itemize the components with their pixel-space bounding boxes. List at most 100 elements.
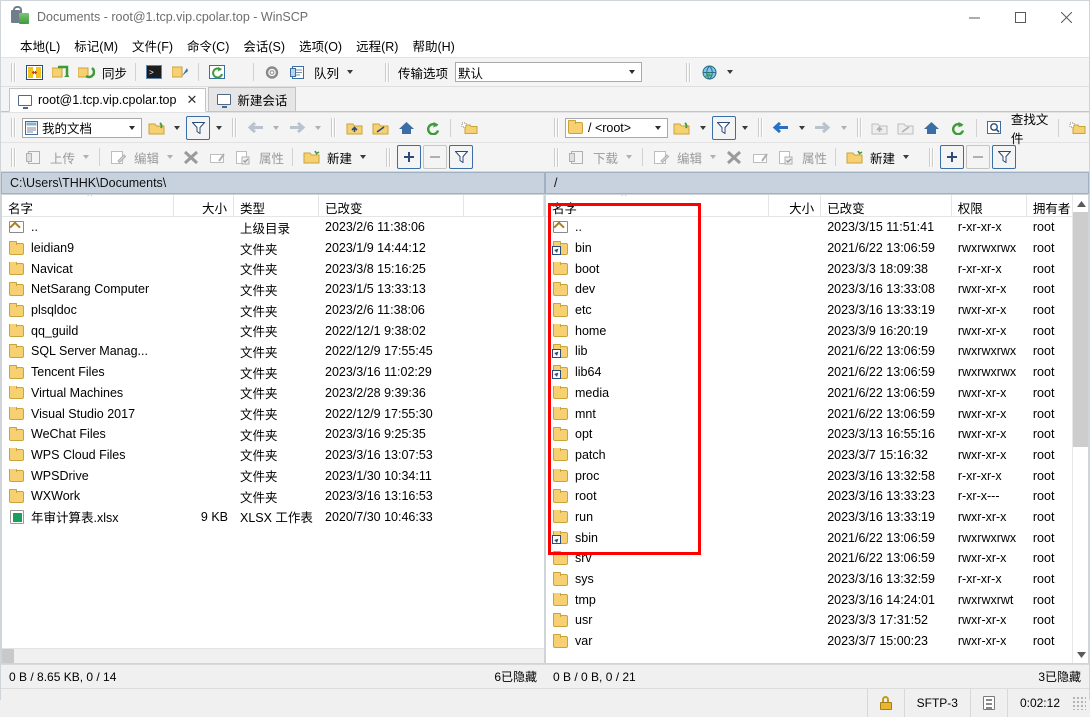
preferences-gear-icon[interactable]	[260, 60, 284, 84]
transfer-preset-caret-icon[interactable]	[629, 70, 636, 74]
find-files-label[interactable]: 查找文件	[1009, 109, 1052, 147]
local-select-less-icon[interactable]	[423, 145, 448, 169]
remote-header-name[interactable]: 名字 ^	[546, 195, 770, 216]
local-edit-label[interactable]: 编辑	[132, 148, 161, 167]
local-location-combobox[interactable]: 我的文档	[22, 117, 142, 138]
remote-select-less-icon[interactable]	[966, 145, 991, 169]
synchronize-browsing-icon[interactable]	[48, 60, 72, 84]
tab-new-session[interactable]: 新建会话	[208, 87, 297, 111]
table-row[interactable]: tmp 2023/3/16 14:24:01 rwxrwxrwt root	[546, 589, 1088, 610]
table-row[interactable]: WPS Cloud Files 文件夹 2023/3/16 13:07:53	[2, 445, 544, 466]
refresh-session-icon[interactable]	[205, 60, 229, 84]
remote-add-bookmark-icon[interactable]	[1065, 116, 1089, 140]
menu-item-options[interactable]: 选项(O)	[292, 34, 349, 57]
remote-ops-grip[interactable]	[554, 147, 559, 167]
table-row[interactable]: SQL Server Manag... 文件夹 2022/12/9 17:55:45	[2, 341, 544, 362]
protocol-indicator[interactable]: SFTP-3	[903, 688, 970, 717]
menu-item-help[interactable]: 帮助(H)	[405, 34, 461, 57]
upload-caret-icon[interactable]	[83, 155, 90, 159]
open-session-panels-icon[interactable]	[22, 60, 46, 84]
local-selection-filter-icon[interactable]	[449, 145, 474, 169]
remote-filter-icon[interactable]	[711, 115, 736, 140]
table-row[interactable]: usr 2023/3/3 17:31:52 rwxr-xr-x root	[546, 610, 1088, 631]
remote-open-directory-icon[interactable]	[670, 116, 694, 140]
remote-header-rights[interactable]: 权限	[952, 195, 1027, 216]
local-rename-icon[interactable]	[205, 145, 229, 169]
remote-edit-icon[interactable]	[649, 145, 673, 169]
remote-forward-icon[interactable]	[811, 116, 835, 140]
menu-item-commands[interactable]: 命令(C)	[180, 34, 236, 57]
remote-file-list[interactable]: .. 2023/3/15 11:51:41 r-xr-xr-x root bin 2021…	[546, 217, 1088, 651]
menu-item-mark[interactable]: 标记(M)	[67, 34, 125, 57]
table-row[interactable]: dev 2023/3/16 13:33:08 rwxr-xr-x root	[546, 279, 1088, 300]
table-row[interactable]: .. 上级目录 2023/2/6 11:38:06	[2, 217, 544, 238]
local-back-icon[interactable]	[243, 116, 267, 140]
table-row[interactable]: boot 2023/3/3 18:09:38 r-xr-xr-x root	[546, 258, 1088, 279]
table-row[interactable]: Virtual Machines 文件夹 2023/2/28 9:39:36	[2, 383, 544, 404]
local-header-changed[interactable]: 已改变	[319, 195, 464, 216]
remote-header-size[interactable]: 大小	[769, 195, 822, 216]
local-root-directory-icon[interactable]	[368, 116, 392, 140]
scrollbar-thumb[interactable]	[1073, 212, 1088, 447]
transfer-options-grip[interactable]	[385, 62, 391, 82]
table-row[interactable]: WeChat Files 文件夹 2023/3/16 9:25:35	[2, 424, 544, 445]
menu-item-remote[interactable]: 远程(R)	[349, 34, 405, 57]
remote-properties-label[interactable]: 属性	[800, 148, 829, 167]
local-custom-command-icon[interactable]	[231, 145, 255, 169]
local-delete-icon[interactable]	[179, 145, 203, 169]
table-row[interactable]: leidian9 文件夹 2023/1/9 14:44:12	[2, 238, 544, 259]
local-open-directory-caret-icon[interactable]	[174, 125, 180, 130]
remote-history-grip[interactable]	[757, 118, 763, 137]
local-header-type[interactable]: 类型	[234, 195, 319, 216]
remote-new-folder-icon[interactable]	[842, 145, 866, 169]
session-dropdown-caret-icon[interactable]	[727, 70, 734, 74]
download-icon[interactable]	[565, 145, 589, 169]
table-row[interactable]: Visual Studio 2017 文件夹 2022/12/9 17:55:30	[2, 403, 544, 424]
local-new-folder-icon[interactable]	[299, 145, 323, 169]
remote-refresh-icon[interactable]	[946, 116, 970, 140]
local-location-caret-icon[interactable]	[129, 125, 135, 130]
table-row[interactable]: root 2023/3/16 13:33:23 r-xr-x--- root	[546, 486, 1088, 507]
remote-parent-directory-icon[interactable]	[868, 116, 892, 140]
table-row[interactable]: etc 2023/3/16 13:33:19 rwxr-xr-x root	[546, 300, 1088, 321]
table-row[interactable]: Navicat 文件夹 2023/3/8 15:16:25	[2, 258, 544, 279]
local-new-caret-icon[interactable]	[360, 155, 367, 159]
table-row[interactable]: WPSDrive 文件夹 2023/1/30 10:34:11	[2, 465, 544, 486]
connection-indicator[interactable]	[969, 688, 1007, 717]
synchronize-icon[interactable]	[74, 60, 98, 84]
local-properties-label[interactable]: 属性	[257, 148, 286, 167]
local-nav-grip[interactable]	[11, 118, 16, 137]
remote-dirs-grip[interactable]	[856, 118, 862, 137]
local-horizontal-scrollbar[interactable]	[2, 648, 544, 663]
synchronize-label[interactable]: 同步	[100, 63, 129, 82]
close-button[interactable]	[1043, 1, 1089, 33]
local-path-bar[interactable]: C:\Users\THHK\Documents\	[1, 172, 545, 194]
table-row[interactable]: mnt 2021/6/22 13:06:59 rwxr-xr-x root	[546, 403, 1088, 424]
menu-item-files[interactable]: 文件(F)	[125, 34, 180, 57]
table-row[interactable]: home 2023/3/9 16:20:19 rwxr-xr-x root	[546, 320, 1088, 341]
local-add-bookmark-icon[interactable]	[457, 116, 481, 140]
remote-edit-caret-icon[interactable]	[710, 155, 717, 159]
remote-location-caret-icon[interactable]	[654, 125, 661, 130]
tab-session-root[interactable]: root@1.tcp.vip.cpolar.top ✕	[9, 88, 207, 112]
table-row[interactable]: bin 2021/6/22 13:06:59 rwxrwxrwx root	[546, 238, 1088, 259]
remote-file-pane[interactable]: 名字 ^ 大小 已改变 权限 拥有者 .. 2023/3/15 11:51:41 r…	[545, 194, 1089, 664]
window-resize-grip[interactable]	[1072, 695, 1086, 710]
remote-nav-grip[interactable]	[554, 118, 559, 137]
table-row[interactable]: proc 2023/3/16 13:32:58 r-xr-xr-x root	[546, 465, 1088, 486]
remote-open-directory-caret-icon[interactable]	[699, 125, 706, 130]
session-grip[interactable]	[686, 62, 692, 82]
remote-delete-icon[interactable]	[722, 145, 746, 169]
local-selection-grip[interactable]	[386, 147, 392, 167]
remote-selection-grip[interactable]	[929, 147, 935, 167]
remote-rename-icon[interactable]	[748, 145, 772, 169]
remote-location-combobox[interactable]: / <root>	[565, 117, 668, 138]
download-label[interactable]: 下载	[591, 148, 620, 167]
open-terminal-icon[interactable]: >	[142, 60, 166, 84]
remote-forward-caret-icon[interactable]	[840, 125, 847, 130]
queue-dropdown-caret-icon[interactable]	[347, 70, 354, 74]
local-filter-icon[interactable]	[186, 115, 210, 140]
table-row[interactable]: var 2023/3/7 15:00:23 rwxr-xr-x root	[546, 631, 1088, 652]
remote-header-changed[interactable]: 已改变	[821, 195, 952, 216]
remote-new-caret-icon[interactable]	[903, 155, 910, 159]
